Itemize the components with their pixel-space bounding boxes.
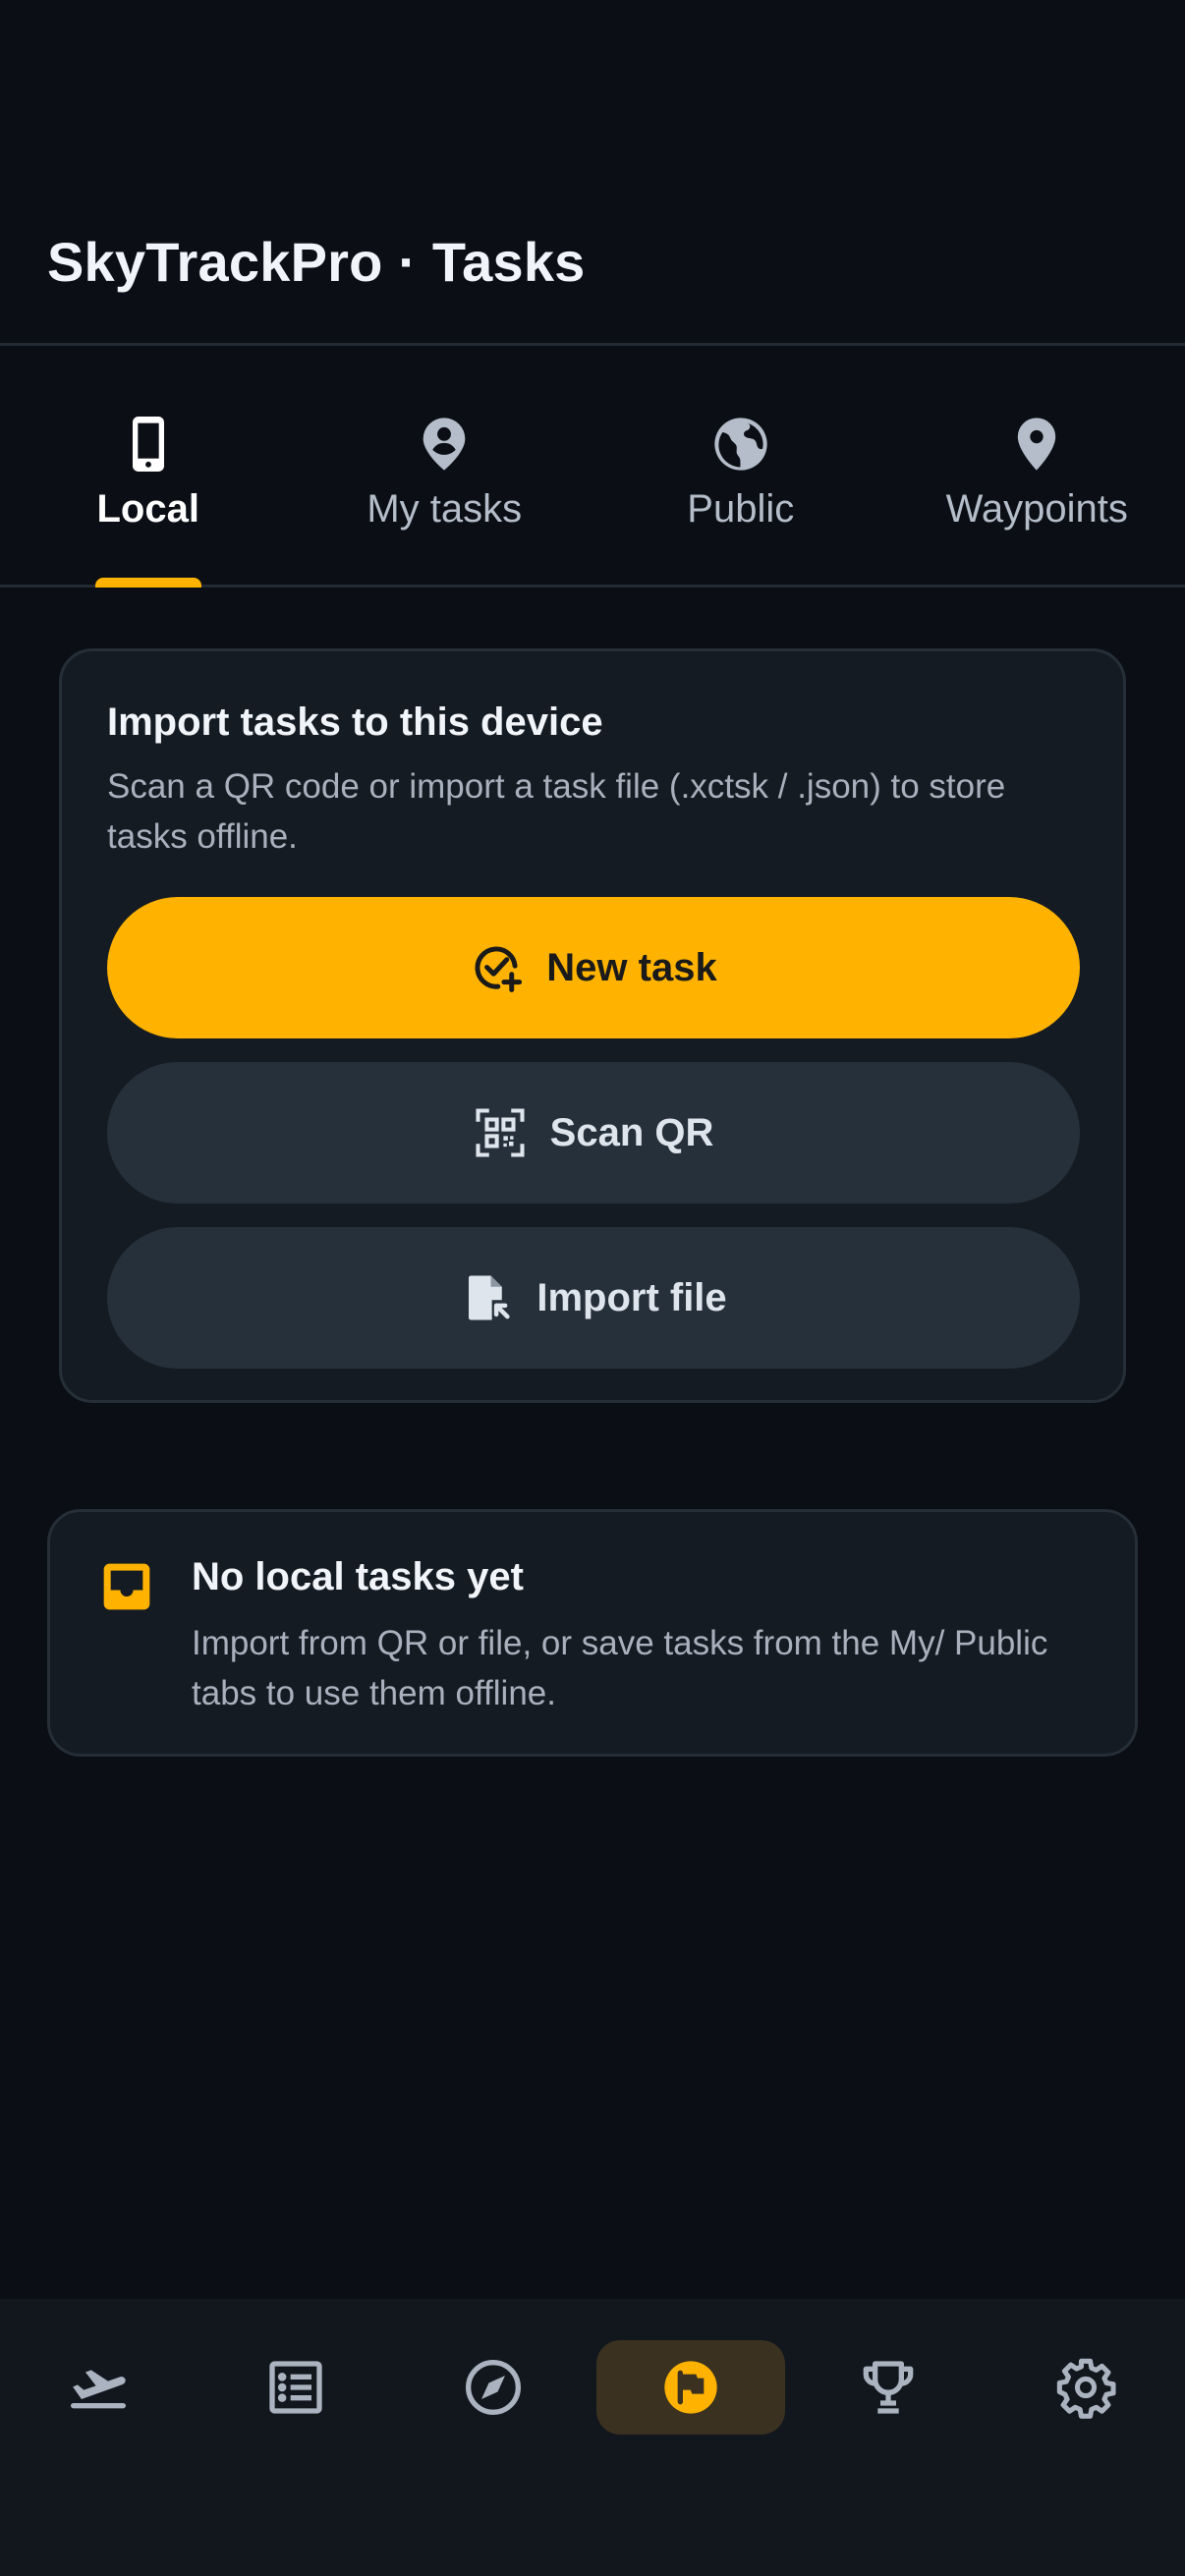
tab-label: My tasks	[367, 487, 523, 531]
qr-scan-icon	[474, 1106, 527, 1159]
nav-settings[interactable]	[991, 2340, 1180, 2435]
import-card-title: Import tasks to this device	[107, 700, 603, 744]
nav-tasks[interactable]	[596, 2340, 785, 2435]
flag-icon	[664, 2361, 717, 2414]
empty-state-title: No local tasks yet	[192, 1555, 524, 1598]
map-pin-icon	[1005, 413, 1068, 476]
file-import-icon	[460, 1271, 513, 1324]
scan-qr-label: Scan QR	[549, 1110, 714, 1154]
tab-label: Local	[96, 487, 199, 531]
tab-waypoints[interactable]: Waypoints	[889, 346, 1185, 585]
check-circle-plus-icon	[470, 941, 523, 994]
app-root: SkyTrackPro · Tasks Local My tasks Publi…	[0, 0, 1185, 2576]
empty-state-card: No local tasks yet Import from QR or fil…	[47, 1509, 1138, 1757]
takeoff-icon	[71, 2370, 126, 2409]
compass-icon	[466, 2360, 521, 2415]
import-file-button[interactable]: Import file	[107, 1227, 1080, 1369]
new-task-button[interactable]: New task	[107, 897, 1080, 1038]
import-card-description: Scan a QR code or import a task file (.x…	[107, 767, 1006, 856]
import-file-label: Import file	[536, 1275, 727, 1319]
trophy-icon	[863, 2361, 914, 2414]
import-card: Import tasks to this device Scan a QR co…	[59, 648, 1126, 1403]
page-title: SkyTrackPro · Tasks	[47, 231, 586, 293]
globe-icon	[709, 413, 772, 476]
phone-icon	[117, 413, 180, 476]
nav-list[interactable]	[201, 2340, 390, 2435]
top-app-bar: SkyTrackPro · Tasks	[0, 0, 1185, 346]
nav-compass[interactable]	[399, 2340, 588, 2435]
tab-local[interactable]: Local	[0, 346, 297, 588]
scan-qr-button[interactable]: Scan QR	[107, 1062, 1080, 1204]
tab-bar: Local My tasks Public Waypoints	[0, 346, 1185, 588]
nav-takeoff[interactable]	[4, 2340, 193, 2435]
tab-my-tasks[interactable]: My tasks	[297, 346, 593, 585]
new-task-label: New task	[546, 945, 717, 989]
empty-state-description: Import from QR or file, or save tasks fr…	[192, 1624, 1048, 1712]
bottom-navigation	[0, 2299, 1185, 2576]
settings-icon	[1056, 2358, 1116, 2419]
tab-label: Public	[687, 487, 795, 531]
tab-label: Waypoints	[945, 487, 1128, 531]
active-tab-indicator	[95, 578, 201, 588]
tab-public[interactable]: Public	[592, 346, 889, 585]
inbox-icon	[99, 1559, 154, 1614]
list-icon	[269, 2361, 322, 2414]
nav-competitions[interactable]	[794, 2340, 983, 2435]
account-pin-icon	[413, 413, 476, 476]
